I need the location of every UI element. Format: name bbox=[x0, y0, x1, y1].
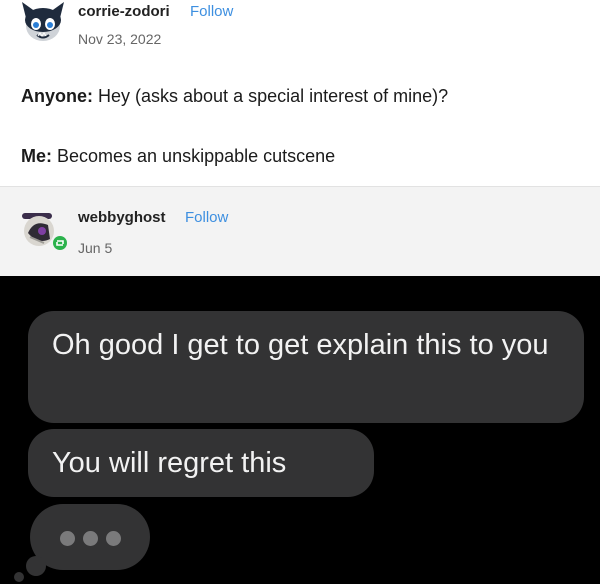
message-bubble: Oh good I get to get explain this to you bbox=[28, 311, 584, 423]
follow-button-reblog[interactable]: Follow bbox=[185, 209, 228, 226]
post-username[interactable]: corrie-zodori bbox=[78, 3, 170, 20]
typing-dot bbox=[83, 531, 98, 546]
typing-indicator bbox=[30, 504, 150, 570]
bubble-tail bbox=[14, 572, 24, 582]
post-date[interactable]: Nov 23, 2022 bbox=[78, 31, 161, 47]
chat-screenshot: Oh good I get to get explain this to you… bbox=[0, 276, 600, 584]
speaker-label: Me: bbox=[21, 146, 52, 166]
line-text: Hey (asks about a special interest of mi… bbox=[93, 86, 449, 106]
reblog-header: webbyghost Follow Jun 5 bbox=[0, 186, 600, 276]
line-text: Becomes an unskippable cutscene bbox=[52, 146, 336, 166]
reblog-icon bbox=[51, 234, 69, 252]
post-line-anyone: Anyone: Hey (asks about a special intere… bbox=[21, 86, 448, 107]
typing-dot bbox=[106, 531, 121, 546]
reblog-date[interactable]: Jun 5 bbox=[78, 240, 112, 256]
follow-button[interactable]: Follow bbox=[190, 3, 233, 20]
speaker-label: Anyone: bbox=[21, 86, 93, 106]
reblogger-username[interactable]: webbyghost bbox=[78, 209, 166, 226]
bubble-tail bbox=[26, 556, 46, 576]
typing-dot bbox=[60, 531, 75, 546]
message-bubble: You will regret this bbox=[28, 429, 374, 497]
avatar[interactable] bbox=[20, 0, 66, 44]
post-header: corrie-zodori Follow Nov 23, 2022 bbox=[0, 0, 600, 60]
post-line-me: Me: Becomes an unskippable cutscene bbox=[21, 146, 335, 167]
